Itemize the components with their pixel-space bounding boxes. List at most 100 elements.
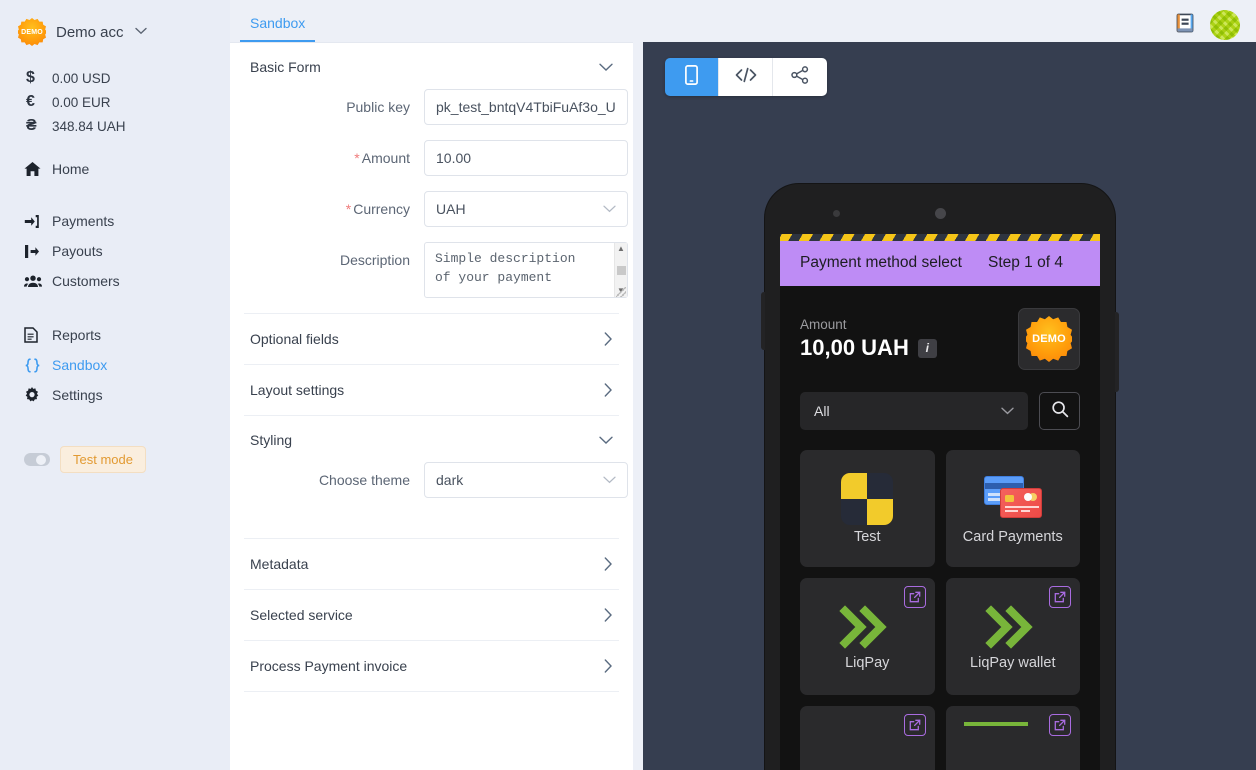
accordion-label-layout-settings: Layout settings bbox=[250, 382, 345, 398]
payment-method-tile-card-payments[interactable]: Card Payments bbox=[945, 450, 1080, 567]
payments-icon bbox=[18, 214, 52, 229]
customers-icon bbox=[18, 274, 52, 288]
description-textarea[interactable]: Simple description of your payment bbox=[424, 242, 628, 298]
checker-icon bbox=[841, 472, 894, 525]
chevron-down-icon bbox=[599, 63, 613, 72]
currency-symbol-uah: ₴ bbox=[26, 117, 37, 134]
payment-method-tile-partial-2[interactable] bbox=[945, 706, 1080, 770]
sidebar-item-settings[interactable]: Settings bbox=[0, 380, 230, 410]
share-icon bbox=[791, 65, 809, 89]
payment-method-tile-test[interactable]: Test bbox=[800, 450, 935, 567]
preview-panel: Payment method select Step 1 of 4 Amount… bbox=[633, 42, 1256, 770]
account-name: Demo acc bbox=[56, 23, 124, 41]
scroll-up-icon[interactable]: ▲ bbox=[617, 245, 625, 253]
search-button[interactable] bbox=[1039, 392, 1080, 430]
sidebar-item-payouts[interactable]: Payouts bbox=[0, 236, 230, 266]
demo-merchant-badge-icon: DEMO bbox=[1026, 316, 1072, 362]
field-label-currency: * Currency bbox=[244, 191, 424, 227]
payment-method-tile-liqpay-wallet[interactable]: LiqPay wallet bbox=[945, 578, 1080, 695]
chevron-down-icon bbox=[599, 436, 613, 445]
accordion-layout-settings[interactable]: Layout settings bbox=[244, 365, 619, 416]
sidebar-item-label-payments: Payments bbox=[52, 213, 115, 229]
nav-group-transactions: Payments Payouts Customers bbox=[0, 206, 230, 296]
accordion-label-selected-service: Selected service bbox=[250, 607, 353, 623]
sidebar-item-label-customers: Customers bbox=[52, 273, 120, 289]
external-link-icon bbox=[1049, 714, 1071, 736]
section-styling[interactable]: Styling bbox=[244, 416, 619, 462]
sidebar-item-reports[interactable]: Reports bbox=[0, 320, 230, 350]
code-icon bbox=[735, 67, 757, 88]
tab-sandbox[interactable]: Sandbox bbox=[240, 15, 316, 42]
app-root: DEMO Demo acc $ 0.00 USD € 0.00 EUR ₴ 34… bbox=[0, 0, 1256, 770]
account-switcher[interactable]: DEMO Demo acc bbox=[0, 12, 230, 52]
accordion-process-payment-invoice[interactable]: Process Payment invoice bbox=[244, 641, 619, 692]
mobile-icon bbox=[685, 64, 698, 90]
accordion-metadata[interactable]: Metadata bbox=[244, 538, 619, 590]
demo-account-badge-icon: DEMO bbox=[18, 18, 46, 46]
accordion-label-metadata: Metadata bbox=[250, 556, 309, 572]
info-icon[interactable]: i bbox=[917, 338, 937, 358]
chevron-down-icon bbox=[1001, 407, 1014, 415]
liqpay-icon bbox=[981, 603, 1045, 651]
accordion-optional-fields[interactable]: Optional fields bbox=[244, 314, 619, 365]
currency-symbol-usd: $ bbox=[26, 69, 35, 86]
sidebar-item-customers[interactable]: Customers bbox=[0, 266, 230, 296]
phone-sensor-icon bbox=[833, 210, 840, 217]
preview-view-tabs bbox=[665, 58, 827, 96]
gear-icon bbox=[18, 387, 52, 403]
balance-row-uah: ₴ 348.84 UAH bbox=[0, 114, 230, 138]
avatar[interactable] bbox=[1210, 10, 1240, 40]
field-currency: * Currency UAH bbox=[244, 191, 628, 227]
resize-grip-icon[interactable] bbox=[616, 287, 626, 297]
test-mode-row: Test mode bbox=[0, 436, 230, 473]
content-area: Sandbox Basic Form Public key pk_test_bn… bbox=[230, 0, 1256, 770]
amount-input[interactable]: 10.00 bbox=[424, 140, 628, 176]
test-mode-badge[interactable]: Test mode bbox=[60, 446, 146, 473]
payment-method-tile-partial-1[interactable] bbox=[800, 706, 935, 770]
field-choose-theme: Choose theme dark bbox=[244, 462, 628, 498]
theme-select[interactable]: dark bbox=[424, 462, 628, 498]
section-basic-form-title: Basic Form bbox=[250, 59, 321, 75]
tab-mobile-preview[interactable] bbox=[665, 58, 719, 96]
field-label-amount-text: Amount bbox=[361, 150, 410, 166]
tab-code-view[interactable] bbox=[719, 58, 773, 96]
page-tabbar: Sandbox bbox=[230, 0, 1256, 42]
code-braces-icon bbox=[18, 357, 52, 373]
styling-spacer bbox=[244, 513, 619, 538]
sidebar-item-sandbox[interactable]: Sandbox bbox=[0, 350, 230, 380]
external-link-icon bbox=[903, 714, 926, 736]
field-amount: * Amount 10.00 bbox=[244, 140, 628, 176]
test-mode-toggle[interactable] bbox=[24, 453, 50, 466]
chevron-down-icon bbox=[134, 26, 147, 38]
scroll-thumb[interactable] bbox=[616, 265, 626, 275]
home-icon bbox=[18, 161, 52, 177]
balance-row-usd: $ 0.00 USD bbox=[0, 66, 230, 90]
payment-method-tile-liqpay[interactable]: LiqPay bbox=[800, 578, 935, 695]
balance-amount-uah: 348.84 UAH bbox=[52, 118, 126, 134]
field-label-public-key: Public key bbox=[346, 99, 410, 115]
section-basic-form[interactable]: Basic Form bbox=[244, 43, 619, 89]
chevron-right-icon bbox=[604, 332, 613, 346]
currency-symbol-eur: € bbox=[26, 93, 35, 110]
sidebar-item-label-settings: Settings bbox=[52, 387, 103, 403]
theme-select-value: dark bbox=[436, 472, 464, 488]
currency-select[interactable]: UAH bbox=[424, 191, 628, 227]
demo-badge-text: DEMO bbox=[21, 28, 43, 36]
field-public-key: Public key pk_test_bntqV4TbiFuAf3o_U bbox=[244, 89, 628, 125]
nav-group-main: Home bbox=[0, 154, 230, 184]
warning-stripe-bar bbox=[780, 234, 1100, 241]
method-filter-row: All bbox=[780, 380, 1100, 440]
sidebar-item-payments[interactable]: Payments bbox=[0, 206, 230, 236]
accordion-label-optional-fields: Optional fields bbox=[250, 331, 339, 347]
public-key-input[interactable]: pk_test_bntqV4TbiFuAf3o_U bbox=[424, 89, 628, 125]
tab-share-view[interactable] bbox=[773, 58, 827, 96]
accordion-selected-service[interactable]: Selected service bbox=[244, 590, 619, 641]
sidebar-item-home[interactable]: Home bbox=[0, 154, 230, 184]
book-icon[interactable] bbox=[1174, 12, 1196, 39]
field-label-currency-text: Currency bbox=[353, 201, 410, 217]
field-label-amount: * Amount bbox=[244, 140, 424, 176]
balance-amount-eur: 0.00 EUR bbox=[52, 94, 111, 110]
method-filter-select[interactable]: All bbox=[800, 392, 1028, 430]
section-styling-title: Styling bbox=[250, 432, 293, 448]
checkout-screen: Payment method select Step 1 of 4 Amount… bbox=[780, 234, 1100, 770]
